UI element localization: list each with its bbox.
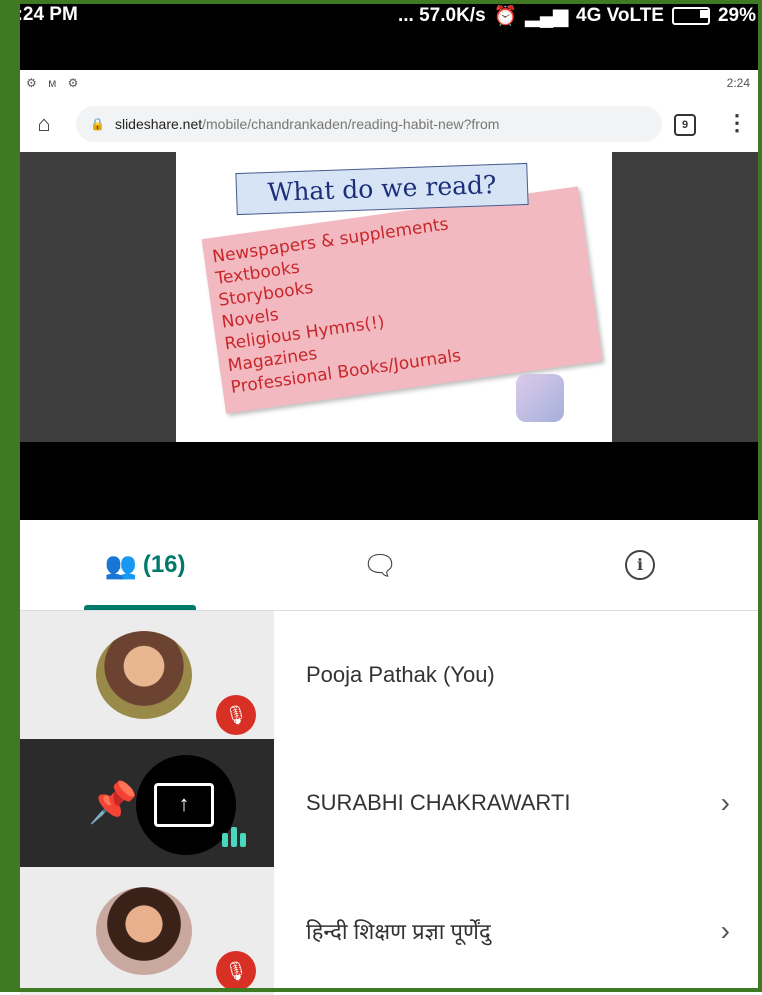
overflow-menu-icon[interactable]: ⋮ — [726, 110, 748, 136]
avatar — [96, 631, 192, 719]
status-indicators: ... 57.0K/s ⏰ ▂▄▆ 4G VoLTE 29% — [398, 4, 756, 28]
mic-off-icon: 🎙 — [216, 951, 256, 991]
active-tab-indicator — [84, 605, 196, 610]
chat-icon: 🗨 — [362, 549, 398, 581]
home-icon[interactable]: ⌂ — [32, 112, 56, 136]
battery-icon — [671, 7, 710, 25]
network-speed: ... 57.0K/s — [397, 5, 486, 26]
url-host: slideshare.net — [114, 116, 203, 132]
participant-row[interactable]: 🎙 Pooja Pathak (You) — [20, 611, 758, 739]
tab-people[interactable]: 👥 (16) — [60, 520, 230, 610]
battery-level: 29% — [717, 5, 756, 26]
phone-status-bar: 2:24 PM ... 57.0K/s ⏰ ▂▄▆ 4G VoLTE 29% — [0, 0, 762, 70]
participant-row[interactable]: 📌 ↑ SURABHI CHAKRAWARTI › — [20, 739, 758, 867]
tab-chat[interactable]: 🗨 — [350, 520, 410, 610]
video-letterbox — [20, 442, 758, 520]
notification-icons: ⚙ ᴍ ⚙ — [26, 76, 83, 90]
participant-list: 🎙 Pooja Pathak (You) 📌 ↑ SURABHI CHAKRAW… — [20, 611, 758, 995]
chevron-right-icon[interactable]: › — [721, 739, 730, 867]
frame-border — [758, 0, 762, 992]
participant-name: Pooja Pathak (You) — [306, 662, 495, 687]
tab-info[interactable]: i — [610, 520, 670, 610]
lock-icon: 🔒 — [90, 117, 105, 131]
presenting-icon: ↑ — [154, 783, 214, 827]
participant-name: SURABHI CHAKRAWARTI — [306, 790, 571, 815]
url-field[interactable]: 🔒 slideshare.net /mobile/chandrankaden/r… — [76, 106, 662, 142]
participant-name: हिन्दी शिक्षण प्रज्ञा पूर्णेंदु — [306, 919, 491, 944]
mic-off-icon: 🎙 — [216, 695, 256, 735]
tabs-count-icon[interactable]: 9 — [674, 114, 696, 136]
browser-status-strip: ⚙ ᴍ ⚙ 2:24 — [20, 70, 758, 98]
audio-level-icon — [222, 827, 246, 847]
avatar — [96, 887, 192, 975]
signal-icon: ▂▄▆ — [525, 5, 568, 27]
frame-border — [0, 0, 762, 4]
participant-thumbnail: 🎙 — [20, 867, 274, 995]
alarm-icon: ⏰ — [493, 6, 518, 27]
browser-address-bar: ⌂ 🔒 slideshare.net /mobile/chandrankaden… — [20, 98, 758, 152]
url-path: /mobile/chandrankaden/reading-habit-new?… — [202, 116, 500, 132]
participant-thumbnail: 📌 ↑ — [20, 739, 274, 867]
inner-status-time: 2:24 — [726, 76, 750, 90]
participant-row[interactable]: 🎙 हिन्दी शिक्षण प्रज्ञा पूर्णेंदु › — [20, 867, 758, 995]
people-count: (16) — [142, 551, 186, 578]
frame-border — [0, 0, 20, 992]
presentation-video[interactable]: What do we read? Newspapers & supplement… — [20, 152, 758, 520]
network-type: 4G VoLTE — [576, 5, 664, 26]
reading-clipart — [516, 374, 564, 422]
participant-thumbnail: 🎙 — [20, 611, 274, 739]
info-icon: i — [625, 550, 655, 580]
pin-icon[interactable]: 📌 — [88, 779, 138, 826]
people-icon: 👥 — [104, 549, 137, 580]
presented-slide: What do we read? Newspapers & supplement… — [176, 152, 612, 442]
frame-border — [0, 988, 762, 992]
meeting-tabs: 👥 (16) 🗨 i — [20, 520, 758, 611]
chevron-right-icon[interactable]: › — [721, 867, 730, 995]
